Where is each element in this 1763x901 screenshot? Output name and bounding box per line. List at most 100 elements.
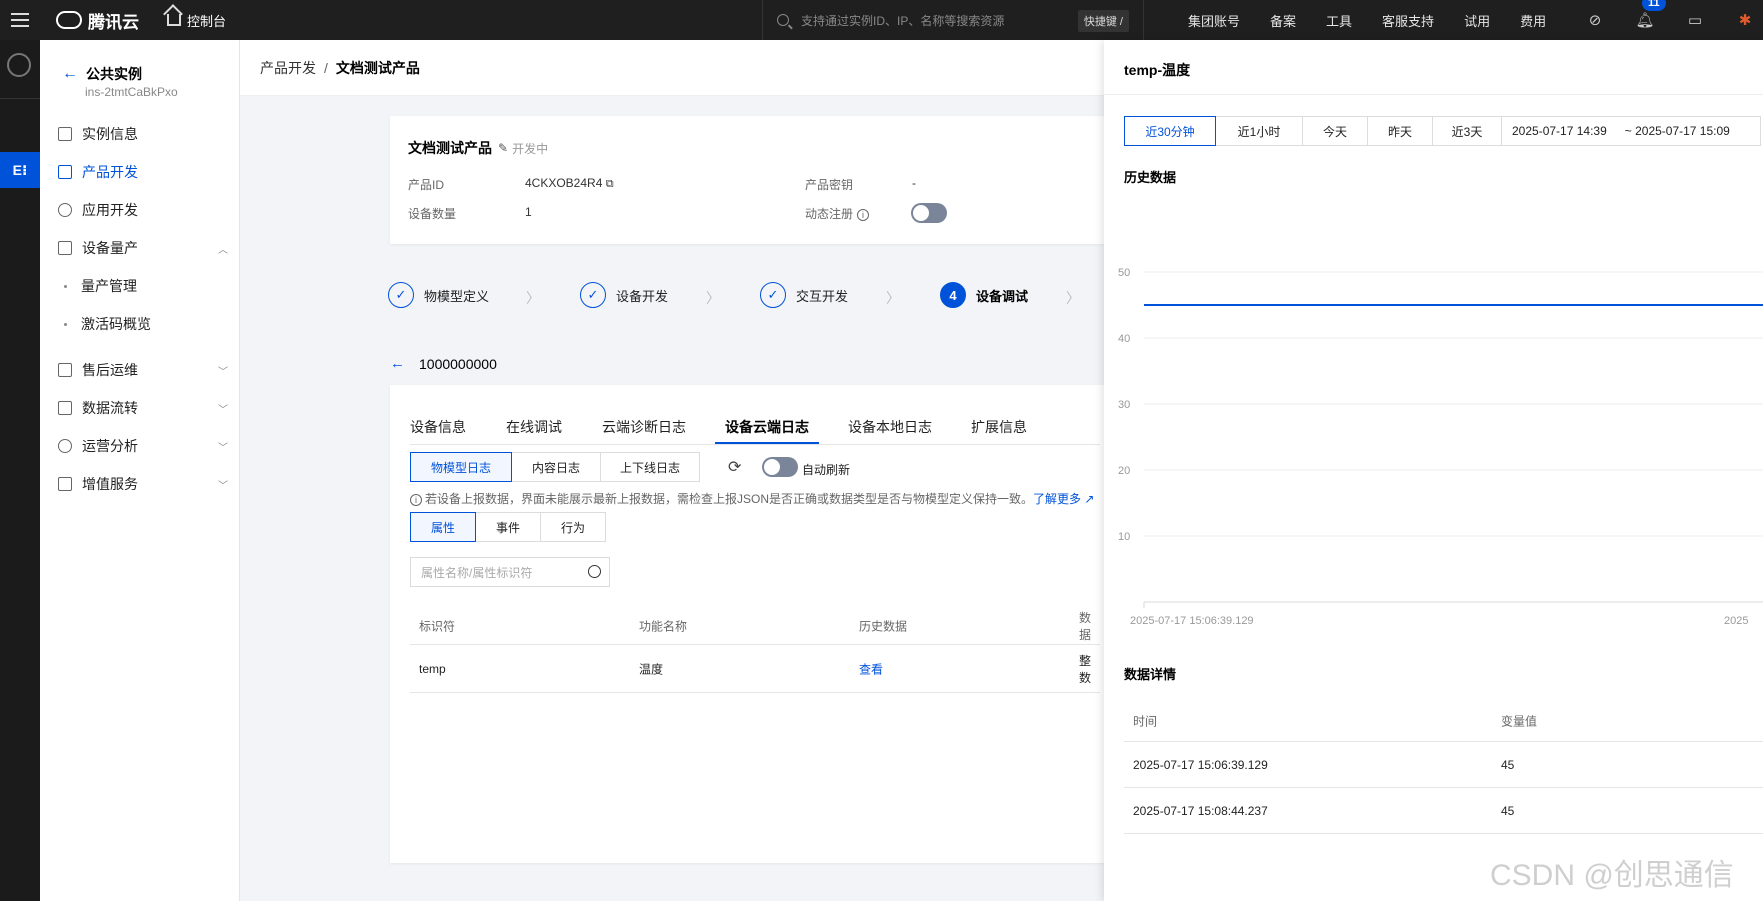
nav-support[interactable]: 客服支持 xyxy=(1382,11,1434,30)
info-icon: i xyxy=(410,494,422,506)
device-tabs: 设备信息 在线调试 云端诊断日志 设备云端日志 设备本地日志 扩展信息 xyxy=(410,411,1100,445)
range-1h[interactable]: 近1小时 xyxy=(1215,116,1303,146)
log-type-content[interactable]: 内容日志 xyxy=(511,452,601,482)
console-link[interactable]: 控制台 xyxy=(167,11,226,30)
range-today[interactable]: 今天 xyxy=(1302,116,1368,146)
chevron-up-icon: ︿ xyxy=(218,244,228,256)
nav-billing[interactable]: 费用 xyxy=(1520,11,1546,30)
brand-logo[interactable]: 腾讯云 xyxy=(56,8,139,33)
cloud-icon xyxy=(56,11,82,29)
category-attributes[interactable]: 属性 xyxy=(410,512,476,542)
log-type-online[interactable]: 上下线日志 xyxy=(600,452,700,482)
sidebar: ← 公共实例 ins-2tmtCaBkPxo 实例信息 产品开发 应用开发 设备… xyxy=(40,40,240,901)
tab-indicator xyxy=(715,442,819,444)
refresh-icon[interactable]: ⟳ xyxy=(728,457,741,477)
learn-more-link[interactable]: 了解更多 xyxy=(1033,492,1081,506)
sidebar-item-data-flow[interactable]: 数据流转 ﹀ xyxy=(58,398,228,418)
sidebar-item-value-added[interactable]: 增值服务 ﹀ xyxy=(58,474,228,494)
sidebar-item-label: 数据流转 xyxy=(82,400,138,416)
rail-divider xyxy=(0,98,40,99)
category-actions[interactable]: 行为 xyxy=(540,512,606,542)
drawer-title: temp-温度 xyxy=(1124,62,1191,78)
search-placeholder: 支持通过实例ID、IP、名称等搜索资源 xyxy=(801,13,1005,28)
chevron-down-icon: ﹀ xyxy=(218,404,228,416)
product-name: 文档测试产品 xyxy=(408,140,492,156)
product-secret-label: 产品密钥 xyxy=(805,178,854,192)
menu-button[interactable] xyxy=(0,0,40,40)
nav-group-account[interactable]: 集团账号 xyxy=(1188,11,1240,30)
sidebar-item-instance-info[interactable]: 实例信息 xyxy=(58,124,228,144)
dynamic-register-label: 动态注册 i xyxy=(805,205,870,222)
chevron-right-icon: 〉 xyxy=(886,290,900,306)
bell-icon[interactable]: 🔔︎ 11 xyxy=(1620,0,1670,29)
nav-trial[interactable]: 试用 xyxy=(1464,11,1490,30)
history-drawer: temp-温度 近30分钟 近1小时 今天 昨天 近3天 2025-07-17 … xyxy=(1104,40,1763,901)
step-label: 设备调试 xyxy=(976,288,1029,304)
sidebar-item-app-dev[interactable]: 应用开发 xyxy=(58,200,228,220)
step-interaction-dev[interactable]: ✓ 交互开发 xyxy=(760,282,848,308)
info-icon[interactable]: i xyxy=(857,209,870,221)
search-icon[interactable] xyxy=(588,565,601,578)
global-search[interactable]: 支持通过实例ID、IP、名称等搜索资源 快捷键 / xyxy=(762,0,1144,40)
y-tick-label: 40 xyxy=(1118,333,1130,345)
step-model-define[interactable]: ✓ 物模型定义 xyxy=(388,282,489,308)
rail-active-item[interactable]: E⁝ xyxy=(0,152,40,188)
back-to-instances[interactable]: ← 公共实例 xyxy=(62,64,142,84)
sidebar-subitem-mass-manage[interactable]: 量产管理 xyxy=(64,276,137,296)
dynamic-register-toggle[interactable] xyxy=(911,203,947,223)
nav-filing[interactable]: 备案 xyxy=(1270,11,1296,30)
log-type-model[interactable]: 物模型日志 xyxy=(410,452,512,482)
wallet-icon[interactable]: ▭ xyxy=(1670,11,1720,29)
category-events[interactable]: 事件 xyxy=(475,512,541,542)
shortcut-hint: 快捷键 / xyxy=(1077,10,1129,32)
product-id-value: 4CKXOB24R4 ⧉ xyxy=(525,176,614,190)
sidebar-item-analytics[interactable]: 运营分析 ﹀ xyxy=(58,436,228,456)
chevron-right-icon: 〉 xyxy=(1066,290,1080,306)
instance-title: 公共实例 xyxy=(86,66,142,82)
row-identifier: temp xyxy=(419,661,446,676)
y-tick-label: 20 xyxy=(1118,465,1130,477)
step-device-debug[interactable]: 4 设备调试 xyxy=(940,282,1028,308)
check-icon: ✓ xyxy=(580,282,606,308)
tip-message: 若设备上报数据，界面未能展示最新上报数据，需检查上报JSON是否正确或数据类型是… xyxy=(425,492,1034,506)
tab-online-debug[interactable]: 在线调试 xyxy=(506,417,562,437)
tab-cloud-diagnostic-log[interactable]: 云端诊断日志 xyxy=(602,417,686,437)
copy-icon[interactable]: ⧉ xyxy=(606,178,614,190)
step-device-dev[interactable]: ✓ 设备开发 xyxy=(580,282,668,308)
details-table-header: 时间 变量值 xyxy=(1124,700,1763,742)
notification-badge: 11 xyxy=(1642,0,1666,11)
chevron-right-icon: 〉 xyxy=(706,290,720,306)
search-placeholder: 属性名称/属性标识符 xyxy=(421,565,533,580)
details-title: 数据详情 xyxy=(1124,667,1177,682)
range-3days[interactable]: 近3天 xyxy=(1432,116,1502,146)
link-icon[interactable]: ⊘ xyxy=(1570,11,1620,29)
range-30min[interactable]: 近30分钟 xyxy=(1124,116,1216,146)
tab-extension-info[interactable]: 扩展信息 xyxy=(971,417,1027,437)
breadcrumb-separator: / xyxy=(324,59,328,76)
tab-device-local-log[interactable]: 设备本地日志 xyxy=(848,417,932,437)
range-yesterday[interactable]: 昨天 xyxy=(1367,116,1433,146)
sidebar-item-mass-production[interactable]: 设备量产 ︿ xyxy=(58,238,228,258)
tab-device-info[interactable]: 设备信息 xyxy=(410,417,466,437)
row-time: 2025-07-17 15:06:39.129 xyxy=(1133,757,1268,772)
edit-icon[interactable]: ✎ xyxy=(498,141,508,155)
rail-product-icon[interactable] xyxy=(7,53,31,77)
breadcrumb-parent[interactable]: 产品开发 xyxy=(260,58,316,78)
chevron-down-icon: ﹀ xyxy=(218,480,228,492)
auto-refresh-toggle[interactable] xyxy=(762,457,798,477)
product-rail: E⁝ xyxy=(0,40,40,901)
step-label: 交互开发 xyxy=(796,288,849,304)
device-back[interactable]: ← 1000000000 xyxy=(390,355,497,372)
avatar[interactable]: ✱ xyxy=(1720,11,1763,29)
row-value: 45 xyxy=(1501,757,1515,772)
sidebar-subitem-activation-codes[interactable]: 激活码概览 xyxy=(64,314,151,334)
date-range-picker[interactable]: 2025-07-17 14:39 ~ 2025-07-17 15:09 xyxy=(1501,116,1761,146)
sidebar-item-label: 运营分析 xyxy=(82,438,138,454)
breadcrumb-current: 文档测试产品 xyxy=(335,59,420,76)
sidebar-item-product-dev[interactable]: 产品开发 xyxy=(58,162,228,182)
tab-device-cloud-log[interactable]: 设备云端日志 xyxy=(725,417,809,437)
nav-tools[interactable]: 工具 xyxy=(1326,11,1352,30)
sidebar-item-after-sales[interactable]: 售后运维 ﹀ xyxy=(58,360,228,380)
attribute-search-input[interactable]: 属性名称/属性标识符 xyxy=(410,557,610,587)
view-history-link[interactable]: 查看 xyxy=(859,660,883,677)
